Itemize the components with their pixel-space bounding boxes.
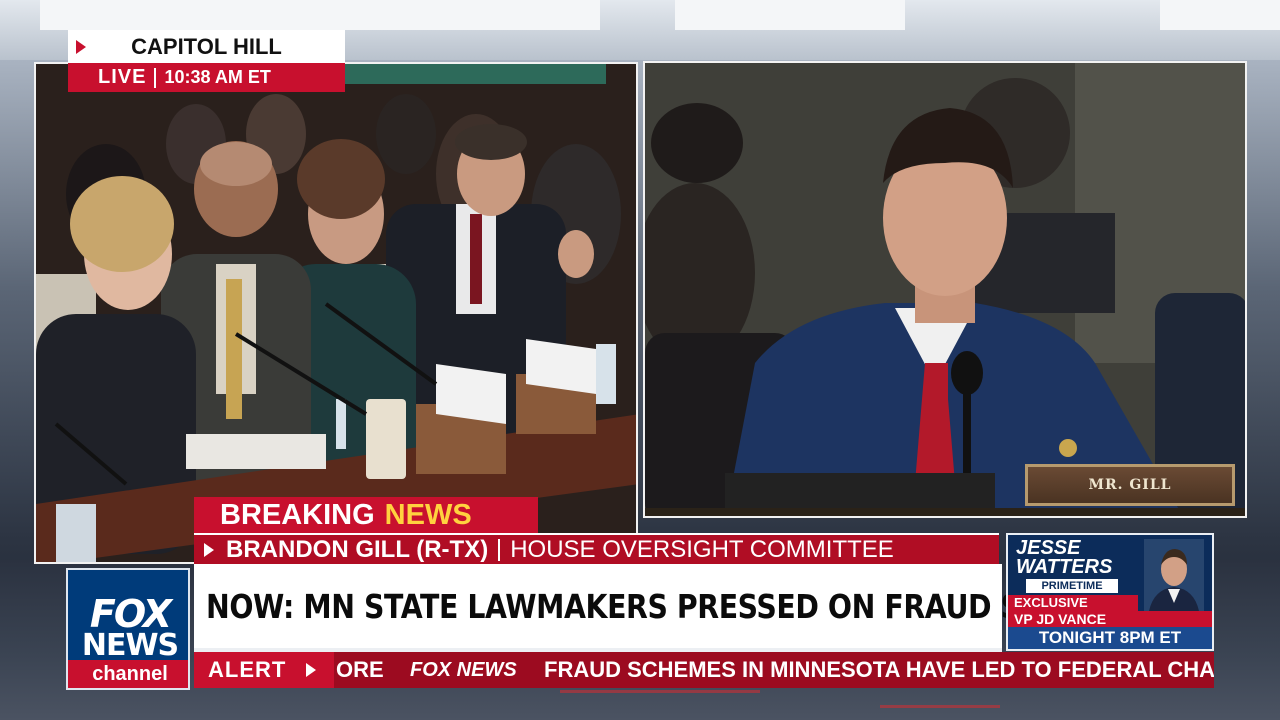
- ticker-story: FRAUD SCHEMES IN MINNESOTA HAVE LED TO F…: [544, 657, 1214, 682]
- speaker-name: BRANDON GILL (R-TX): [226, 535, 489, 563]
- committee-name: HOUSE OVERSIGHT COMMITTEE: [510, 535, 894, 563]
- separator: [154, 67, 157, 88]
- fox-news-logo: FOX NEWS channel: [66, 568, 190, 690]
- news-ticker: ORE FOX NEWS FRAUD SCHEMES IN MINNESOTA …: [194, 652, 1214, 688]
- play-arrow-icon: [76, 39, 86, 54]
- location-bar: CAPITOL HILL: [68, 30, 345, 63]
- play-arrow-icon: [204, 542, 214, 557]
- logo-news-text: NEWS: [81, 628, 179, 663]
- promo-time: TONIGHT 8PM ET: [1008, 627, 1212, 649]
- video-panel-witnesses: [34, 62, 638, 564]
- video-panel-speaker: MR. GILL: [643, 61, 1247, 518]
- promo-exclusive-label: EXCLUSIVE: [1008, 595, 1138, 611]
- ceiling-light: [1160, 0, 1280, 30]
- ceiling-light: [675, 0, 905, 30]
- floor-stripe: [880, 705, 1000, 708]
- location-label: CAPITOL HILL: [131, 33, 282, 59]
- broadcast-time: 10:38 AM ET: [164, 67, 271, 87]
- speaker-line: BRANDON GILL (R-TX) HOUSE OVERSIGHT COMM…: [194, 533, 999, 564]
- breaking-word: BREAKING: [220, 498, 375, 531]
- show-promo: JESSE WATTERS PRIMETIME EXCLUSIVE VP JD …: [1006, 533, 1214, 651]
- promo-show-subtitle: PRIMETIME: [1026, 579, 1118, 593]
- speaker-scene: [645, 63, 1245, 516]
- play-arrow-icon: [306, 663, 316, 677]
- separator: [498, 538, 501, 561]
- nameplate: MR. GILL: [1025, 464, 1235, 506]
- promo-show-title: JESSE WATTERS: [1016, 537, 1113, 578]
- ceiling-light: [40, 0, 600, 30]
- live-bar: LIVE 10:38 AM ET: [68, 63, 345, 92]
- witness-scene: [36, 64, 636, 562]
- news-word: NEWS: [384, 498, 472, 531]
- promo-guest: VP JD VANCE: [1008, 611, 1212, 627]
- location-bug: CAPITOL HILL LIVE 10:38 AM ET: [68, 30, 345, 92]
- breaking-news-tag: BREAKING NEWS: [194, 497, 538, 533]
- nameplate-text: MR. GILL: [1088, 477, 1172, 493]
- live-indicator: LIVE: [98, 66, 147, 88]
- floor-stripe: [560, 690, 760, 693]
- logo-channel-text: channel: [68, 660, 188, 688]
- guest-portrait: [1144, 539, 1204, 611]
- headline-bar: NOW: MN STATE LAWMAKERS PRESSED ON FRAUD…: [194, 564, 1149, 652]
- ticker-brand: FOX NEWS: [410, 659, 517, 681]
- ticker-previous-text: ORE: [336, 657, 384, 682]
